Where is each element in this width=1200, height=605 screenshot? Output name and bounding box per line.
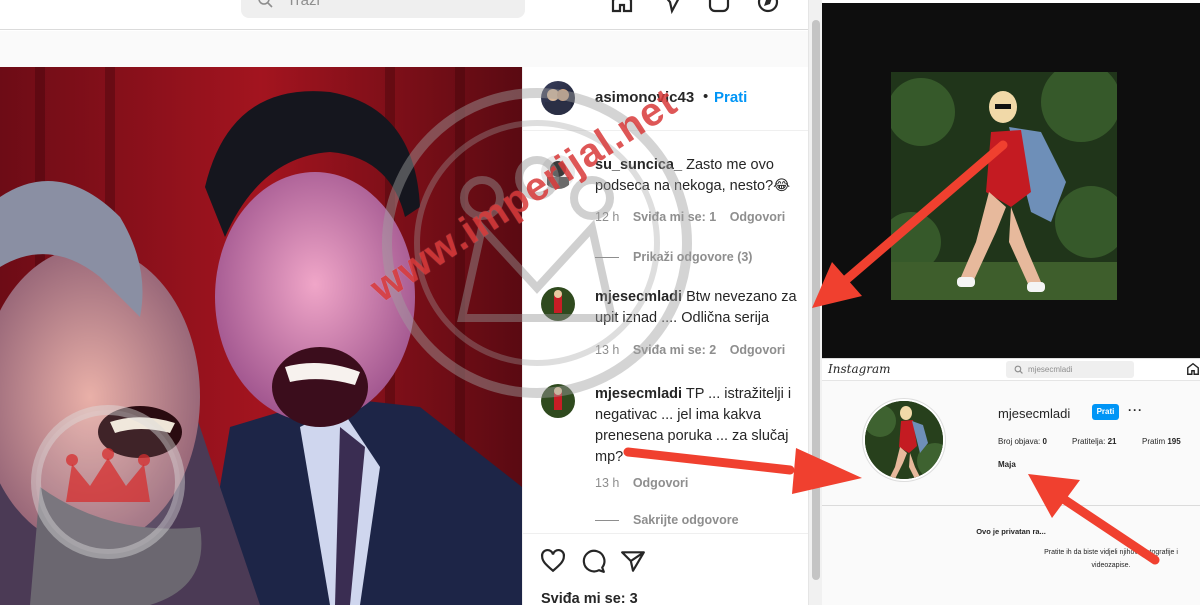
search-icon — [258, 0, 273, 8]
comment-username[interactable]: su_suncica_ — [595, 157, 682, 173]
search-placeholder: Traži — [287, 0, 320, 9]
top-navigation-bar: Traži — [0, 0, 808, 30]
profile-search-input[interactable]: mjesecmladi — [1006, 361, 1134, 378]
divider — [822, 505, 1200, 506]
post-image[interactable] — [0, 67, 522, 605]
new-post-icon[interactable] — [707, 0, 731, 14]
scrollbar-thumb[interactable] — [812, 20, 820, 580]
private-account-title: Ovo je privatan ra... — [976, 527, 1046, 536]
home-icon[interactable] — [610, 0, 634, 14]
comment-time: 13 h — [595, 476, 620, 490]
comment-avatar[interactable] — [541, 384, 575, 418]
profile-username: mjesecmladi — [998, 406, 1071, 421]
comment-text-block: mjesecmladi TP ... istražitelji i negati… — [595, 384, 805, 468]
comment-text-block: su_suncica_ Zasto me ovo podseca na neko… — [595, 155, 809, 197]
comment-text-block: mjesecmladi Btw nevezano za upit iznad .… — [595, 287, 809, 329]
search-value: mjesecmladi — [1028, 365, 1073, 374]
hide-replies-button[interactable]: Sakrijte odgovore — [595, 513, 739, 527]
comment-time: 12 h — [595, 210, 620, 224]
search-icon — [1014, 365, 1023, 374]
profile-follow-button[interactable]: Prati — [1092, 404, 1119, 420]
comment-time: 13 h — [595, 343, 620, 357]
comment-meta: 13 h Sviđa mi se: 2 Odgovori — [595, 343, 795, 357]
like-heart-icon[interactable] — [540, 548, 566, 574]
instagram-logo[interactable]: Instagram — [828, 362, 891, 376]
page-background — [0, 31, 808, 67]
comment-username[interactable]: mjesecmladi — [595, 289, 682, 305]
comment-meta: 12 h Sviđa mi se: 1 Odgovori — [595, 210, 795, 224]
comment-bubble-icon[interactable] — [580, 548, 606, 574]
share-send-icon[interactable] — [620, 548, 646, 574]
more-options-icon[interactable]: ··· — [1128, 403, 1143, 417]
view-replies-button[interactable]: Prikaži odgovore (3) — [595, 250, 752, 264]
comment-avatar[interactable] — [541, 155, 575, 189]
search-input[interactable]: Traži — [241, 0, 525, 18]
comment-meta: 13 h Odgovori — [595, 476, 698, 490]
author-username[interactable]: asimonovic43 — [595, 89, 694, 106]
following-stat[interactable]: Pratim 195 — [1142, 437, 1181, 446]
explore-icon[interactable] — [756, 0, 780, 14]
comment-likes[interactable]: Sviđa mi se: 1 — [633, 210, 716, 224]
separator-dot: • — [703, 88, 709, 105]
post-actions-bar: Sviđa mi se: 3 — [523, 533, 809, 605]
follow-button[interactable]: Prati — [714, 89, 747, 106]
profile-page-window: Instagram mjesecmladi mjesecmladi Prati … — [822, 358, 1200, 605]
likes-count[interactable]: Sviđa mi se: 3 — [541, 591, 638, 605]
comment-username[interactable]: mjesecmladi — [595, 386, 682, 402]
profile-top-bar: Instagram mjesecmladi — [822, 359, 1200, 381]
private-account-subtitle: Pratite ih da biste vidjeli njihove foto… — [1044, 549, 1178, 569]
zoomed-photo-panel — [822, 0, 1200, 358]
profile-avatar[interactable] — [863, 399, 945, 481]
profile-display-name: Maja — [998, 460, 1016, 469]
followers-stat[interactable]: Pratitelja: 21 — [1072, 437, 1117, 446]
post-header: asimonovic43 • Prati — [523, 67, 809, 131]
profile-photo-enlarged — [891, 72, 1117, 300]
comment-likes[interactable]: Sviđa mi se: 2 — [633, 343, 716, 357]
author-avatar[interactable] — [541, 81, 575, 115]
home-icon[interactable] — [1186, 362, 1200, 376]
reply-button[interactable]: Odgovori — [730, 210, 786, 224]
posts-stat: Broj objava: 0 — [998, 437, 1047, 446]
comment-avatar[interactable] — [541, 287, 575, 321]
reply-button[interactable]: Odgovori — [633, 476, 689, 490]
post-sidebar: asimonovic43 • Prati su_suncica_ Zasto m… — [522, 67, 809, 605]
direct-message-icon[interactable] — [660, 0, 684, 14]
reply-button[interactable]: Odgovori — [730, 343, 786, 357]
scrollbar[interactable] — [808, 0, 822, 605]
instagram-post-window: Traži asimonovic43 • Prati su_suncica_ Z… — [0, 0, 822, 605]
